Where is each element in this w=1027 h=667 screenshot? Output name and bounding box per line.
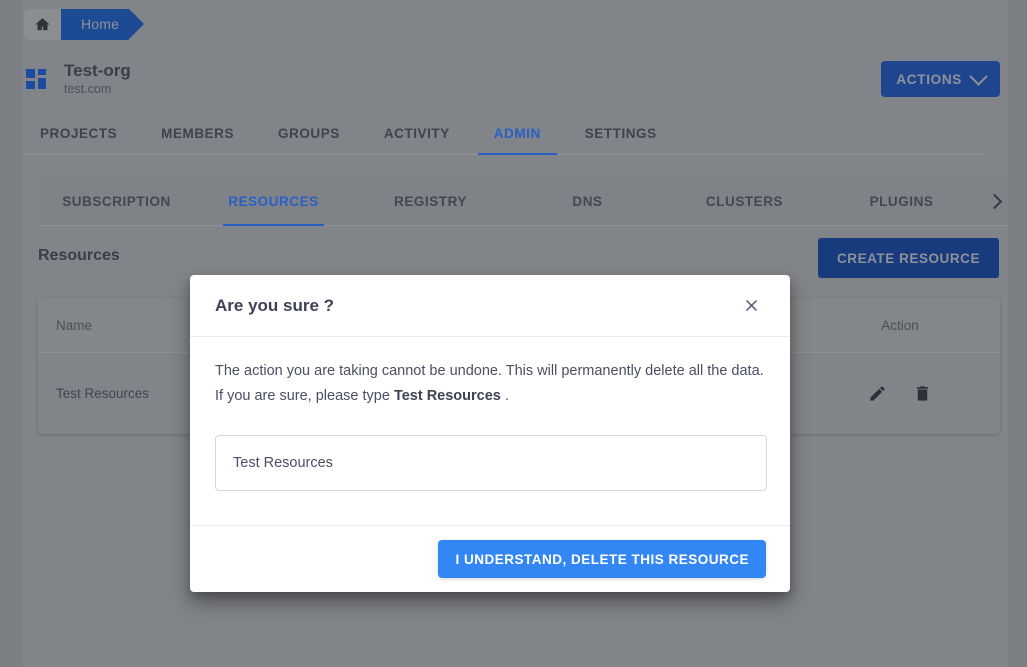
modal-backdrop[interactable]: Are you sure ? The action you are taking…: [0, 0, 1027, 667]
confirm-delete-button[interactable]: I UNDERSTAND, DELETE THIS RESOURCE: [438, 540, 766, 578]
dialog-title: Are you sure ?: [215, 295, 335, 315]
dialog-footer: I UNDERSTAND, DELETE THIS RESOURCE: [190, 525, 790, 592]
instruction-resource-name: Test Resources: [393, 388, 501, 404]
instruction-suffix: .: [500, 388, 509, 404]
confirm-name-input[interactable]: [215, 435, 767, 491]
dialog-header: Are you sure ?: [190, 275, 790, 337]
confirm-delete-dialog: Are you sure ? The action you are taking…: [190, 275, 790, 592]
close-icon[interactable]: [736, 291, 766, 321]
dialog-instruction-text: If you are sure, please type Test Resour…: [215, 384, 765, 409]
instruction-prefix: If you are sure, please type: [215, 388, 394, 404]
dialog-body: The action you are taking cannot be undo…: [190, 337, 790, 525]
dialog-warning-text: The action you are taking cannot be undo…: [215, 363, 764, 379]
